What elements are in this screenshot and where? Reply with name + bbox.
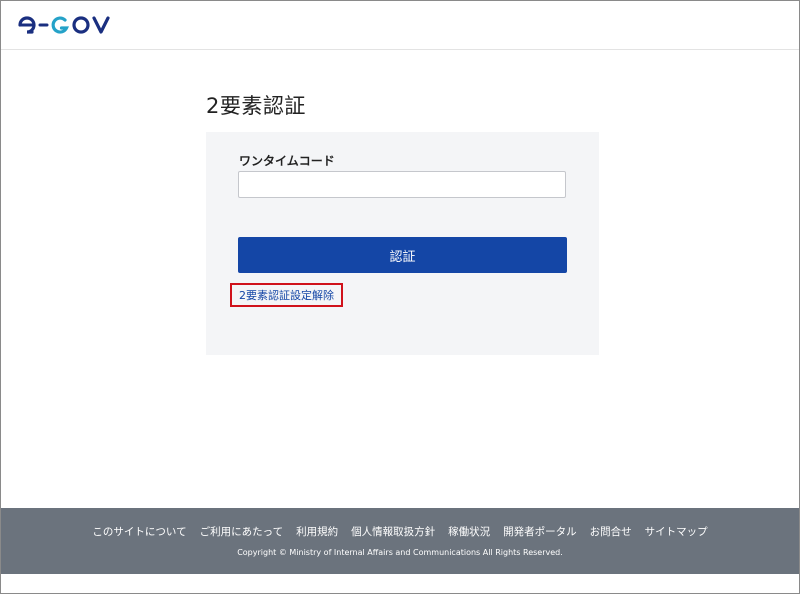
remove-two-factor-link[interactable]: 2要素認証設定解除 [239,287,334,303]
footer-link-contact[interactable]: お問合せ [590,524,632,539]
bottom-margin [1,574,799,593]
footer-link-terms[interactable]: 利用規約 [296,524,338,539]
browser-page: 2要素認証 ワンタイムコード 認証 2要素認証設定解除 このサイトについて ご利… [0,0,800,594]
footer-link-about[interactable]: このサイトについて [92,524,186,539]
footer-nav: このサイトについて ご利用にあたって 利用規約 個人情報取扱方針 稼働状況 開発… [1,524,799,539]
site-footer: このサイトについて ご利用にあたって 利用規約 個人情報取扱方針 稼働状況 開発… [1,508,799,574]
one-time-code-label: ワンタイムコード [239,154,335,168]
page-title: 2要素認証 [206,94,306,118]
footer-link-terms-of-use[interactable]: ご利用にあたって [200,524,283,539]
site-header [1,1,799,50]
footer-link-privacy[interactable]: 個人情報取扱方針 [351,524,435,539]
main-content: 2要素認証 ワンタイムコード 認証 2要素認証設定解除 [1,50,799,507]
egov-logo[interactable] [18,13,114,37]
footer-link-developer-portal[interactable]: 開発者ポータル [503,524,577,539]
highlight-box: 2要素認証設定解除 [230,283,343,307]
one-time-code-input[interactable] [238,171,566,198]
footer-link-status[interactable]: 稼働状況 [448,524,490,539]
copyright-text: Copyright © Ministry of Internal Affairs… [237,548,563,557]
egov-logo-icon [18,16,110,34]
authenticate-button[interactable]: 認証 [238,237,567,273]
footer-link-sitemap[interactable]: サイトマップ [645,524,708,539]
two-factor-form-panel: ワンタイムコード 認証 2要素認証設定解除 [206,132,599,355]
